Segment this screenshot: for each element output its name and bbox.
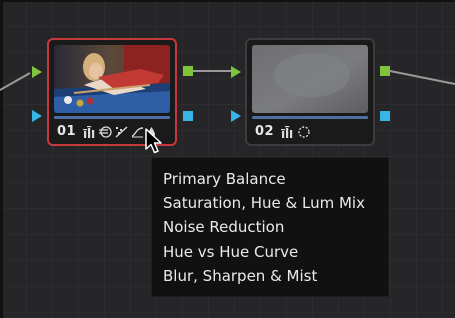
tooltip-item: Blur, Sharpen & Mist	[163, 266, 318, 285]
node-01-label: 01	[57, 124, 77, 139]
node-01-progress-bar	[54, 116, 170, 119]
tooltip-item: Primary Balance	[163, 170, 286, 188]
node-02-thumbnail	[252, 45, 368, 113]
mouse-pointer-icon	[145, 128, 162, 154]
tooltip-item: Saturation, Hue & Lum Mix	[163, 194, 365, 213]
node-01-key-input-port[interactable]	[32, 110, 42, 122]
node-02-progress-bar	[252, 116, 368, 119]
output-wire	[389, 70, 455, 85]
node-01-rgb-input-port[interactable]	[32, 66, 42, 78]
primary-balance-icon	[83, 126, 95, 138]
node-01-thumbnail	[54, 45, 170, 113]
node-02[interactable]: 02	[245, 38, 375, 146]
hue-vs-hue-curve-icon	[131, 127, 144, 138]
node-01-rgb-output-port[interactable]	[183, 66, 193, 76]
noise-reduction-icon	[115, 126, 128, 138]
node-02-rgb-output-port[interactable]	[380, 66, 390, 76]
node-02-key-input-port[interactable]	[231, 110, 241, 122]
node-tools-tooltip: Primary Balance Saturation, Hue & Lum Mi…	[151, 157, 389, 297]
tooltip-item: Hue vs Hue Curve	[163, 242, 299, 261]
input-wire	[0, 72, 31, 91]
primary-balance-icon	[281, 126, 293, 138]
node-01-key-output-port[interactable]	[183, 111, 193, 121]
node-02-tool-icons[interactable]	[281, 125, 311, 139]
blur-circle-icon	[298, 126, 310, 138]
node-02-key-output-port[interactable]	[380, 111, 390, 121]
node-02-label: 02	[255, 124, 275, 139]
tooltip-item: Noise Reduction	[163, 218, 285, 237]
node-02-rgb-input-port[interactable]	[231, 66, 241, 78]
saturation-hue-lum-mix-icon	[99, 126, 112, 138]
